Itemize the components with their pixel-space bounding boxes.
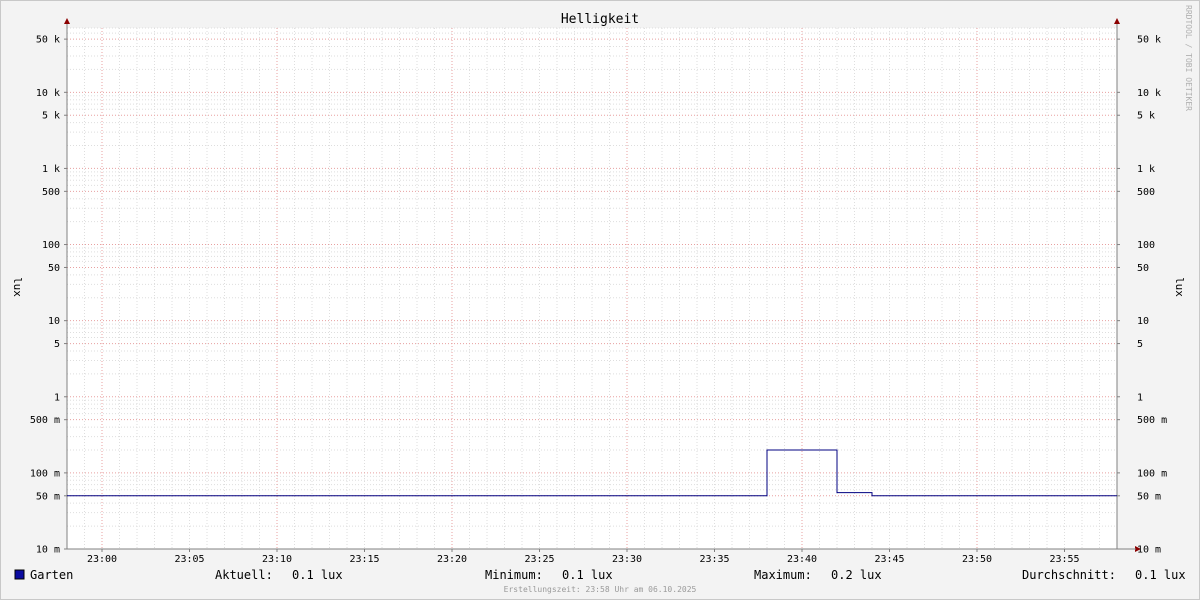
y-tick-label-right: 50 k [1137,35,1161,46]
y-tick-label-right: 5 k [1137,111,1155,122]
y-tick-label-left: 50 k [36,35,60,46]
y-tick-label-right: 10 [1137,316,1149,327]
y-tick-label-right: 500 m [1137,415,1167,426]
y-axis-label-right: lux [1173,277,1186,297]
y-tick-label-left: 100 [42,240,60,251]
y-tick-label-right: 100 m [1137,468,1167,479]
stat-current-label: Aktuell: [215,568,273,582]
y-tick-label-left: 10 k [36,88,60,99]
y-tick-labels-left: 50 k 10 k 5 k 1 k 500 100 50 10 5 1 500 m 100 m 50 m… [30,35,67,556]
stat-average-value: 0.1 lux [1135,568,1186,582]
x-tick-label: 23:45 [874,554,904,565]
y-tick-label-left: 5 k [42,111,60,122]
y-tick-label-left: 10 [48,316,60,327]
chart-title: Helligkeit [561,12,639,27]
stat-current-value: 0.1 lux [292,568,343,582]
y-axis-label-left: lux [11,277,24,297]
y-tick-label-left: 1 [54,392,60,403]
y-tick-label-left: 100 m [30,468,60,479]
x-tick-label: 23:05 [174,554,204,565]
y-tick-label-right: 1 k [1137,164,1155,175]
y-tick-label-left: 1 k [42,164,60,175]
y-tick-labels-right: 50 k 10 k 5 k 1 k 500 100 50 10 5 1 500 m 100 m 50 m… [1117,35,1167,556]
stat-minimum-label: Minimum: [485,568,543,582]
y-tick-label-left: 50 [48,263,60,274]
y-tick-label-right: 10 m [1137,545,1161,556]
y-axis-right-arrow [1114,18,1120,24]
legend-label-garten: Garten [30,568,73,582]
y-tick-label-right: 100 [1137,240,1155,251]
stat-maximum-label: Maximum: [754,568,812,582]
x-tick-label: 23:50 [962,554,992,565]
y-tick-label-left: 500 m [30,415,60,426]
stat-maximum-value: 0.2 lux [831,568,882,582]
x-tick-label: 23:40 [787,554,817,565]
x-tick-label: 23:20 [437,554,467,565]
x-tick-label: 23:55 [1049,554,1079,565]
footer-timestamp: Erstellungszeit: 23:58 Uhr am 06.10.2025 [504,585,697,594]
y-tick-label-left: 10 m [36,545,60,556]
x-tick-label: 23:25 [524,554,554,565]
y-axis-left-arrow [64,18,70,24]
watermark: RRDTOOL / TOBI OETIKER [1184,5,1193,111]
x-tick-label: 23:15 [349,554,379,565]
y-tick-label-left: 500 [42,187,60,198]
x-tick-label: 23:00 [87,554,117,565]
stat-average-label: Durchschnitt: [1022,568,1116,582]
y-tick-label-right: 500 [1137,187,1155,198]
y-tick-label-left: 5 [54,339,60,350]
stat-minimum-value: 0.1 lux [562,568,613,582]
y-tick-label-right: 50 [1137,263,1149,274]
y-tick-label-right: 5 [1137,339,1143,350]
x-tick-labels: 23:00 23:05 23:10 23:15 23:20 23:25 23:30 23:35… [87,549,1080,565]
x-tick-label: 23:10 [262,554,292,565]
chart-svg: 50 k 10 k 5 k 1 k 500 100 50 10 5 1 500 m 100 m 50 m… [11,5,1193,594]
y-tick-label-right: 10 k [1137,88,1161,99]
x-tick-label: 23:30 [612,554,642,565]
legend-swatch-garten [14,569,25,580]
y-tick-label-right: 1 [1137,392,1143,403]
y-tick-label-left: 50 m [36,491,60,502]
y-tick-label-right: 50 m [1137,491,1161,502]
x-tick-label: 23:35 [699,554,729,565]
